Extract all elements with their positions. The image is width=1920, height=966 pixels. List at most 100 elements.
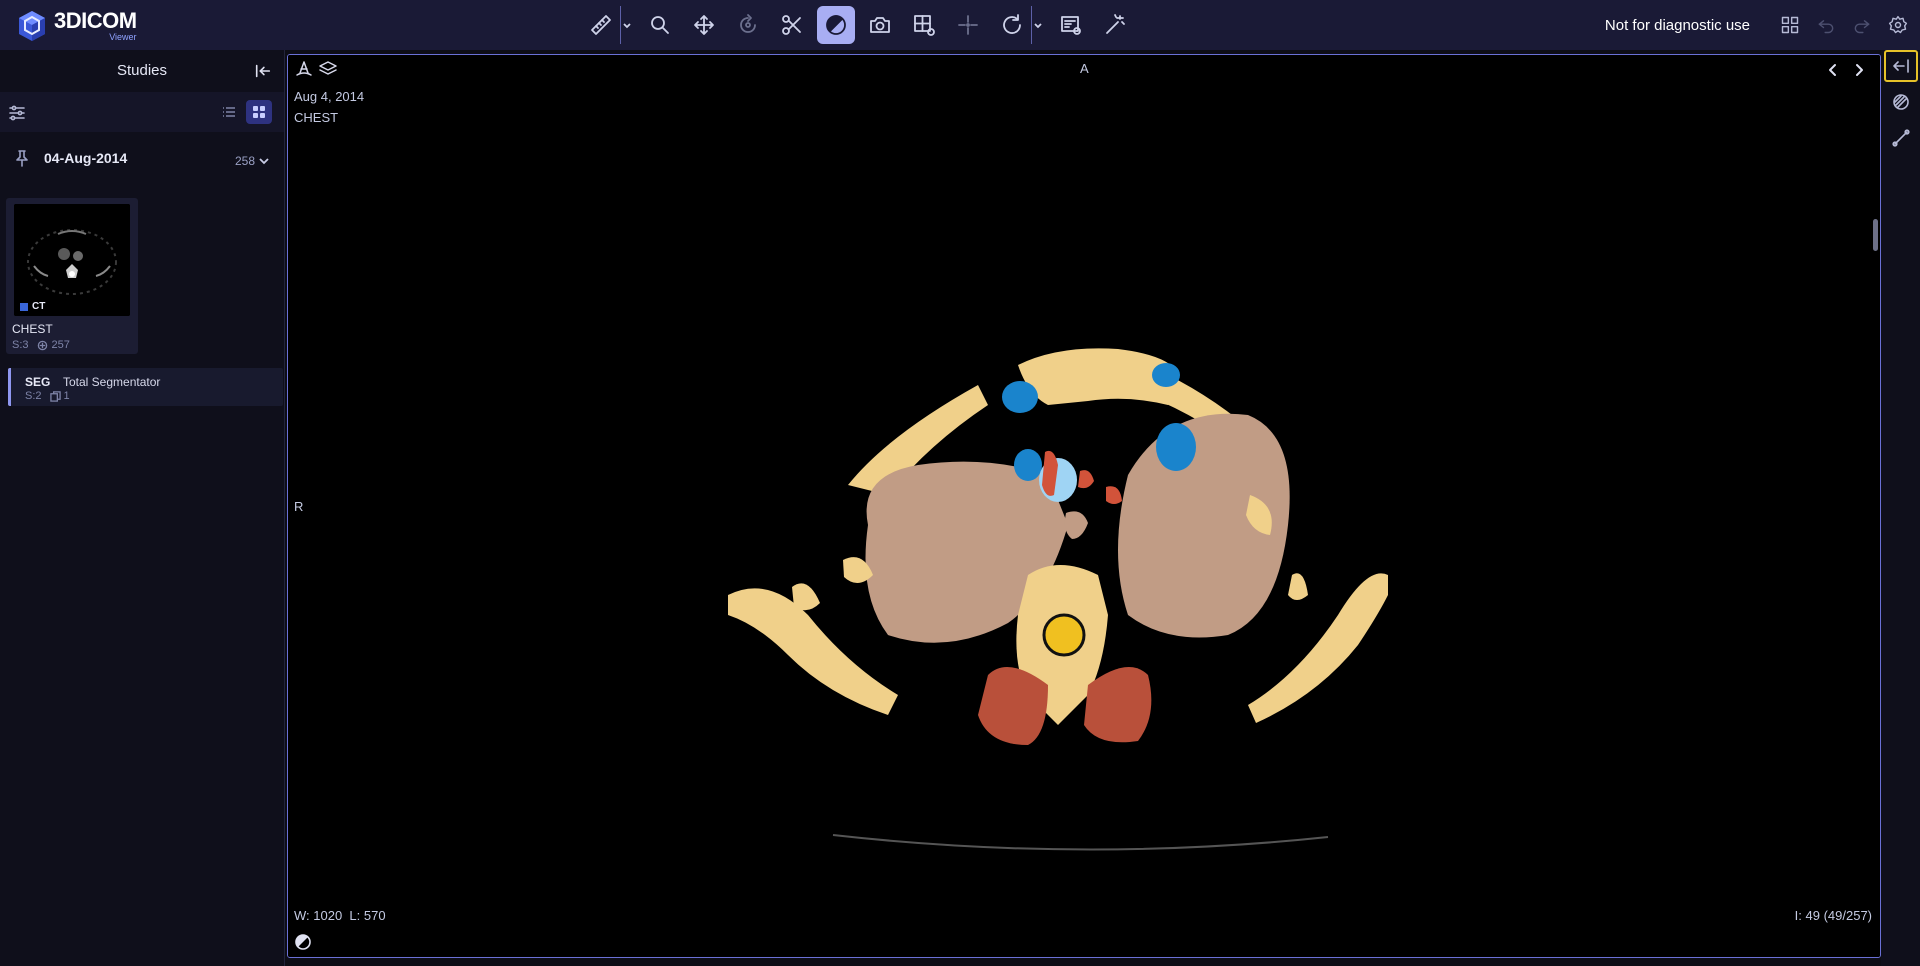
image-index: I: 49 (49/257) [1794,908,1872,923]
settings-button[interactable] [1880,7,1916,43]
gear-icon [1888,15,1908,34]
series-number: S:3 [12,339,29,351]
next-image-button[interactable] [1850,61,1872,83]
scissors-tool-button[interactable] [773,6,811,44]
expand-panel-button[interactable] [1883,50,1918,82]
orientation-marker-top: A [1080,61,1089,76]
contrast-icon[interactable] [294,933,312,951]
layers-button[interactable] [318,59,340,81]
redo-icon [1854,20,1870,34]
seg-name: Total Segmentator [63,375,161,389]
stack-icon [37,340,47,350]
rotate-3d-icon [740,14,756,33]
annotation-toggle-button[interactable] [294,59,316,81]
series-thumbnail-card[interactable]: CT CHEST S:3 257 [6,198,138,354]
slice-scrollbar-thumb[interactable] [1873,219,1878,251]
viewport-series-description: CHEST [294,110,339,125]
magic-tool-button[interactable] [1096,6,1134,44]
report-icon [1061,16,1081,35]
seg-series-number: S:2 [25,390,42,402]
ct-segmentation-image[interactable] [288,55,1881,958]
capture-tool-button[interactable] [861,6,899,44]
collapse-left-icon [255,64,271,78]
measure-menu-toggle[interactable] [620,6,633,44]
image-count[interactable]: 258 [235,154,270,168]
window-value: W: 1020 [294,908,343,923]
pin-icon[interactable] [14,149,30,167]
list-view-button[interactable] [216,100,242,124]
rotate-3d-tool-button[interactable] [729,6,767,44]
series-thumbnail: CT [14,204,130,316]
crosshair-icon [958,15,978,35]
image-viewport[interactable]: Aug 4, 2014 CHEST A R W: 1020 L: 570 I: … [287,54,1881,958]
chevron-right-icon [1856,64,1863,76]
seg-tag: SEG [25,375,51,389]
anatomy-icon [296,61,312,76]
filter-button[interactable] [8,104,26,122]
zoom-tool-button[interactable] [641,6,679,44]
logo-cube-icon [19,11,45,41]
scissors-icon [782,15,801,35]
dashboard-icon [1781,16,1799,34]
segmentation-series-item[interactable]: SEG Total Segmentator S:2 1 [8,368,283,406]
chevron-left-icon [1829,64,1836,76]
report-tool-button[interactable] [1052,6,1090,44]
crosshair-tool-button[interactable] [949,6,987,44]
grid-view-button[interactable] [246,100,272,124]
measurements-panel-button[interactable] [1884,122,1918,154]
redo-button[interactable] [1844,7,1880,43]
right-tool-rail [1881,50,1920,966]
list-icon [223,107,235,117]
sliders-icon [9,105,25,121]
orientation-marker-left: R [294,499,304,514]
previous-image-button[interactable] [1824,61,1846,83]
collapse-panel-button[interactable] [254,62,274,82]
top-toolbar: 3DICOM Viewer Not for diagnostic use [0,0,1920,50]
grid-layout-icon [914,15,935,36]
series-description: CHEST [12,322,53,336]
hatched-circle-icon [1892,94,1909,110]
modality-badge: CT [20,301,45,312]
app-logo: 3DICOM Viewer [14,6,154,46]
brush-icon [826,15,846,35]
magnifier-icon [651,16,669,34]
magic-wand-icon [1106,14,1125,34]
modality-label: CT [32,301,46,312]
rotate-cw-icon [1003,14,1021,34]
series-image-count: 257 [51,339,70,351]
reset-tool-button[interactable] [993,6,1031,44]
image-count-value: 258 [234,154,255,168]
expand-left-icon [1892,59,1909,73]
series-meta: S:3 257 [12,339,70,351]
study-date: 04-Aug-2014 [44,150,128,166]
logo-text: 3DICOM [54,8,137,33]
viewport-study-date: Aug 4, 2014 [294,89,365,104]
panel-title: Studies [116,62,168,79]
level-value: L: 570 [349,908,386,923]
line-measure-icon [1891,129,1910,147]
window-level: W: 1020 L: 570 [294,908,386,923]
chevron-down-icon [259,158,269,165]
ruler-icon [591,15,611,35]
layout-grid-button[interactable] [1772,7,1808,43]
layout-tool-button[interactable] [905,6,943,44]
camera-icon [870,17,890,33]
undo-button[interactable] [1808,7,1844,43]
reset-menu-toggle[interactable] [1031,6,1044,44]
segmentation-panel-button[interactable] [1884,86,1918,118]
measure-tool-button[interactable] [582,6,620,44]
chevron-down-icon [623,23,631,29]
tool-group [582,6,1140,44]
seg-meta: S:2 1 [25,390,70,402]
studies-panel: Studies 04-Aug-2014 258 CT CHEST S:3 257… [0,50,285,966]
undo-icon [1818,20,1834,34]
diagnostic-disclaimer: Not for diagnostic use [1604,16,1750,34]
chevron-down-icon [1034,23,1042,29]
grid-icon [253,106,265,118]
segment-brush-tool-button[interactable] [817,6,855,44]
copy-icon [49,390,61,402]
pan-tool-button[interactable] [685,6,723,44]
logo-subtext: Viewer [109,32,137,42]
date-group-header[interactable]: 04-Aug-2014 258 [0,134,284,188]
move-arrows-icon [694,15,714,35]
